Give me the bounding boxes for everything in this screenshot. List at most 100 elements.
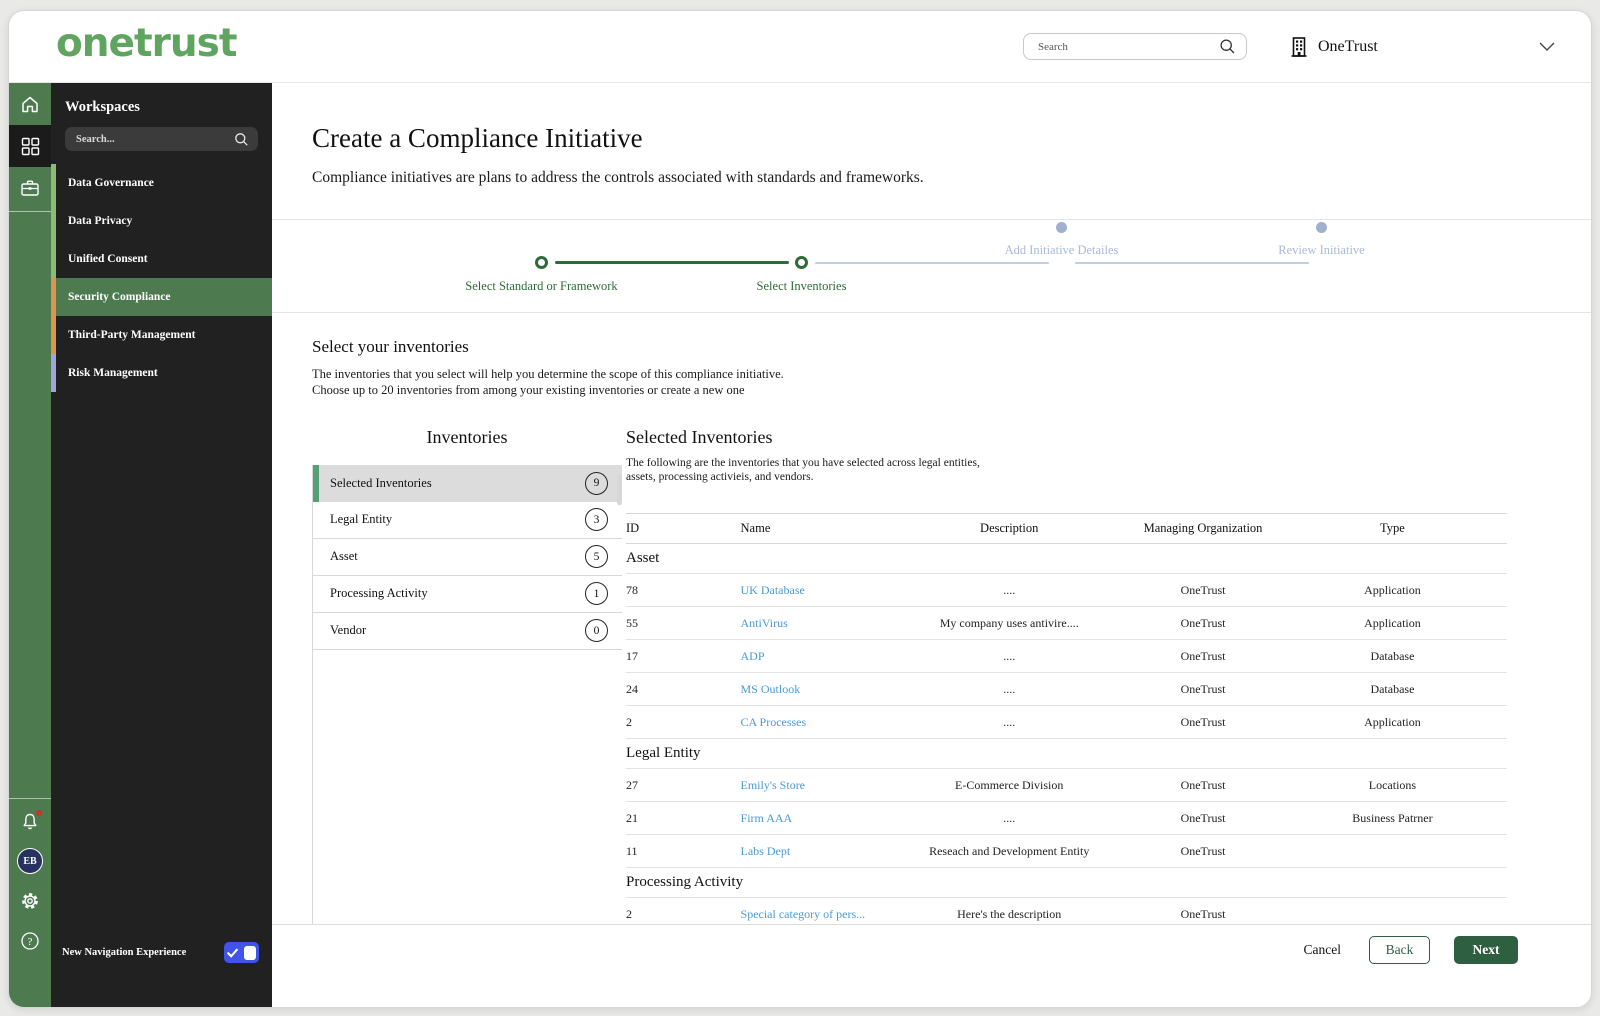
cell-managing-organization: OneTrust (1180, 615, 1226, 630)
workspace-item-label: Security Compliance (68, 291, 171, 303)
workspace-item-label: Data Governance (68, 177, 154, 189)
table-row: 27 Emily's Store E-Commerce Division OneTru… (626, 769, 1507, 803)
cell-name: AntiVirus (741, 616, 891, 631)
inventory-filter-processing-activity[interactable]: Processing Activity 1 (313, 576, 622, 613)
count-badge: 1 (585, 582, 608, 605)
projects-button[interactable] (9, 167, 51, 209)
count-badge: 3 (585, 508, 608, 531)
inventory-link-adp[interactable]: ADP (741, 649, 765, 663)
inventory-filter-asset[interactable]: Asset 5 (313, 539, 622, 576)
table-row: 24 MS Outlook.... OneTrust Database (626, 673, 1507, 707)
cell-name: Emily's Store (741, 778, 891, 793)
cancel-button[interactable]: Cancel (1300, 936, 1345, 964)
inventory-link-ca-processes[interactable]: CA Processes (741, 715, 807, 729)
settings-button[interactable] (9, 881, 51, 921)
table-row: 55 AntiVirus My company uses antivire.... O… (626, 607, 1507, 641)
search-icon (1219, 38, 1236, 55)
section-heading: Select your inventories (312, 337, 469, 356)
inventory-filter-label: Asset (330, 549, 358, 563)
top-bar: onetrust OneTrust (9, 11, 1591, 83)
inventory-link-uk-database[interactable]: UK Database (741, 583, 805, 597)
column-header-managing-organization: Managing Organization (1143, 521, 1263, 536)
workspaces-title: Workspaces (65, 99, 140, 115)
bell-icon (21, 809, 42, 831)
workspace-color-bar (51, 202, 56, 240)
step-dot-icon (1056, 222, 1067, 233)
inventory-filter-selected-inventories[interactable]: Selected Inventories 9 (313, 464, 622, 502)
inventory-link-antivirus[interactable]: AntiVirus (741, 616, 788, 630)
cell-description: E-Commerce Division (955, 777, 1064, 792)
inventory-link-labs-dept[interactable]: Labs Dept (741, 844, 791, 858)
selected-description-line2: assets, processing activieis, and vendor… (626, 471, 814, 484)
count-badge: 5 (585, 545, 608, 568)
step-select-inventories[interactable]: Select Inventories (672, 220, 932, 294)
cell-id: 17 (626, 648, 638, 663)
workspace-item-risk-management[interactable]: Risk Management (51, 354, 272, 392)
inventory-link-special-category-of-pers[interactable]: Special category of pers... (741, 907, 866, 921)
step-add-initiative-detailes[interactable]: Add Initiative Detailes (932, 220, 1192, 258)
cell-id: 78 (626, 582, 638, 597)
inventory-filter-list: Selected Inventories 9 Legal Entity 3 Asset 5… (312, 464, 622, 924)
section-description-line1: The inventories that you select will hel… (312, 367, 784, 381)
new-navigation-toggle[interactable] (224, 942, 259, 963)
cell-description: .... (1003, 681, 1016, 696)
next-button[interactable]: Next (1454, 936, 1518, 964)
step-review-initiative[interactable]: Review Initiative (1192, 220, 1452, 258)
cell-managing-organization: OneTrust (1180, 681, 1226, 696)
cell-id: 2 (626, 714, 632, 729)
workspace-item-unified-consent[interactable]: Unified Consent (51, 240, 272, 278)
rail-divider (9, 798, 51, 799)
step-select-standard-or-framework[interactable]: Select Standard or Framework (412, 220, 672, 294)
cell-name: CA Processes (741, 715, 891, 730)
workspace-item-data-privacy[interactable]: Data Privacy (51, 202, 272, 240)
cell-managing-organization: OneTrust (1180, 810, 1226, 825)
inventory-filter-legal-entity[interactable]: Legal Entity 3 (313, 502, 622, 539)
workspaces-search-input[interactable] (76, 133, 234, 145)
cell-id: 27 (626, 777, 638, 792)
rail-divider (9, 211, 51, 212)
cell-id: 21 (626, 810, 638, 825)
selected-inventories-title: Selected Inventories (626, 426, 773, 447)
back-button[interactable]: Back (1369, 936, 1430, 964)
workspace-item-label: Third-Party Management (68, 329, 196, 341)
count-badge: 0 (585, 619, 608, 642)
cell-managing-organization: OneTrust (1180, 714, 1226, 729)
org-selector[interactable]: OneTrust (1289, 36, 1555, 58)
column-header-id: ID (626, 521, 640, 536)
step-label: Review Initiative (1278, 243, 1365, 257)
step-circle-icon (795, 256, 808, 269)
page-title: Create a Compliance Initiative (312, 123, 643, 153)
cell-managing-organization: OneTrust (1180, 843, 1226, 858)
notifications-button[interactable] (9, 801, 51, 841)
workspace-item-security-compliance[interactable]: Security Compliance (51, 278, 272, 316)
home-button[interactable] (9, 83, 51, 125)
global-search[interactable] (1023, 33, 1247, 60)
global-search-input[interactable] (1038, 40, 1219, 53)
workspace-item-data-governance[interactable]: Data Governance (51, 164, 272, 202)
cell-id: 2 (626, 906, 632, 921)
help-button[interactable]: ? (9, 921, 51, 961)
step-label: Select Standard or Framework (465, 279, 618, 293)
inventory-link-ms-outlook[interactable]: MS Outlook (741, 682, 801, 696)
inventory-filter-label: Legal Entity (330, 512, 393, 526)
step-connector (554, 261, 789, 264)
table-row: 21 Firm AAA.... OneTrust Business Patrner (626, 802, 1507, 836)
inventory-filter-vendor[interactable]: Vendor 0 (313, 613, 622, 650)
inventory-link-emily-s-store[interactable]: Emily's Store (741, 778, 806, 792)
wizard-footer: Cancel Back Next (272, 924, 1591, 1007)
workspaces-search[interactable] (65, 127, 258, 151)
user-menu-button[interactable]: EB (9, 841, 51, 881)
cell-managing-organization: OneTrust (1180, 906, 1226, 921)
home-icon (20, 95, 40, 114)
apps-grid-icon (21, 137, 40, 156)
selected-description-line1: The following are the inventories that y… (626, 456, 980, 469)
cell-description: .... (1003, 582, 1016, 597)
chevron-down-icon[interactable] (1539, 42, 1555, 51)
workspace-item-third-party-management[interactable]: Third-Party Management (51, 316, 272, 354)
cell-name: UK Database (741, 583, 891, 598)
section-description-line2: Choose up to 20 inventories from among y… (312, 382, 745, 397)
inventory-link-firm-aaa[interactable]: Firm AAA (741, 811, 793, 825)
check-icon (227, 948, 238, 958)
workspaces-button[interactable] (9, 125, 51, 167)
scrollbar-thumb[interactable] (617, 474, 622, 505)
